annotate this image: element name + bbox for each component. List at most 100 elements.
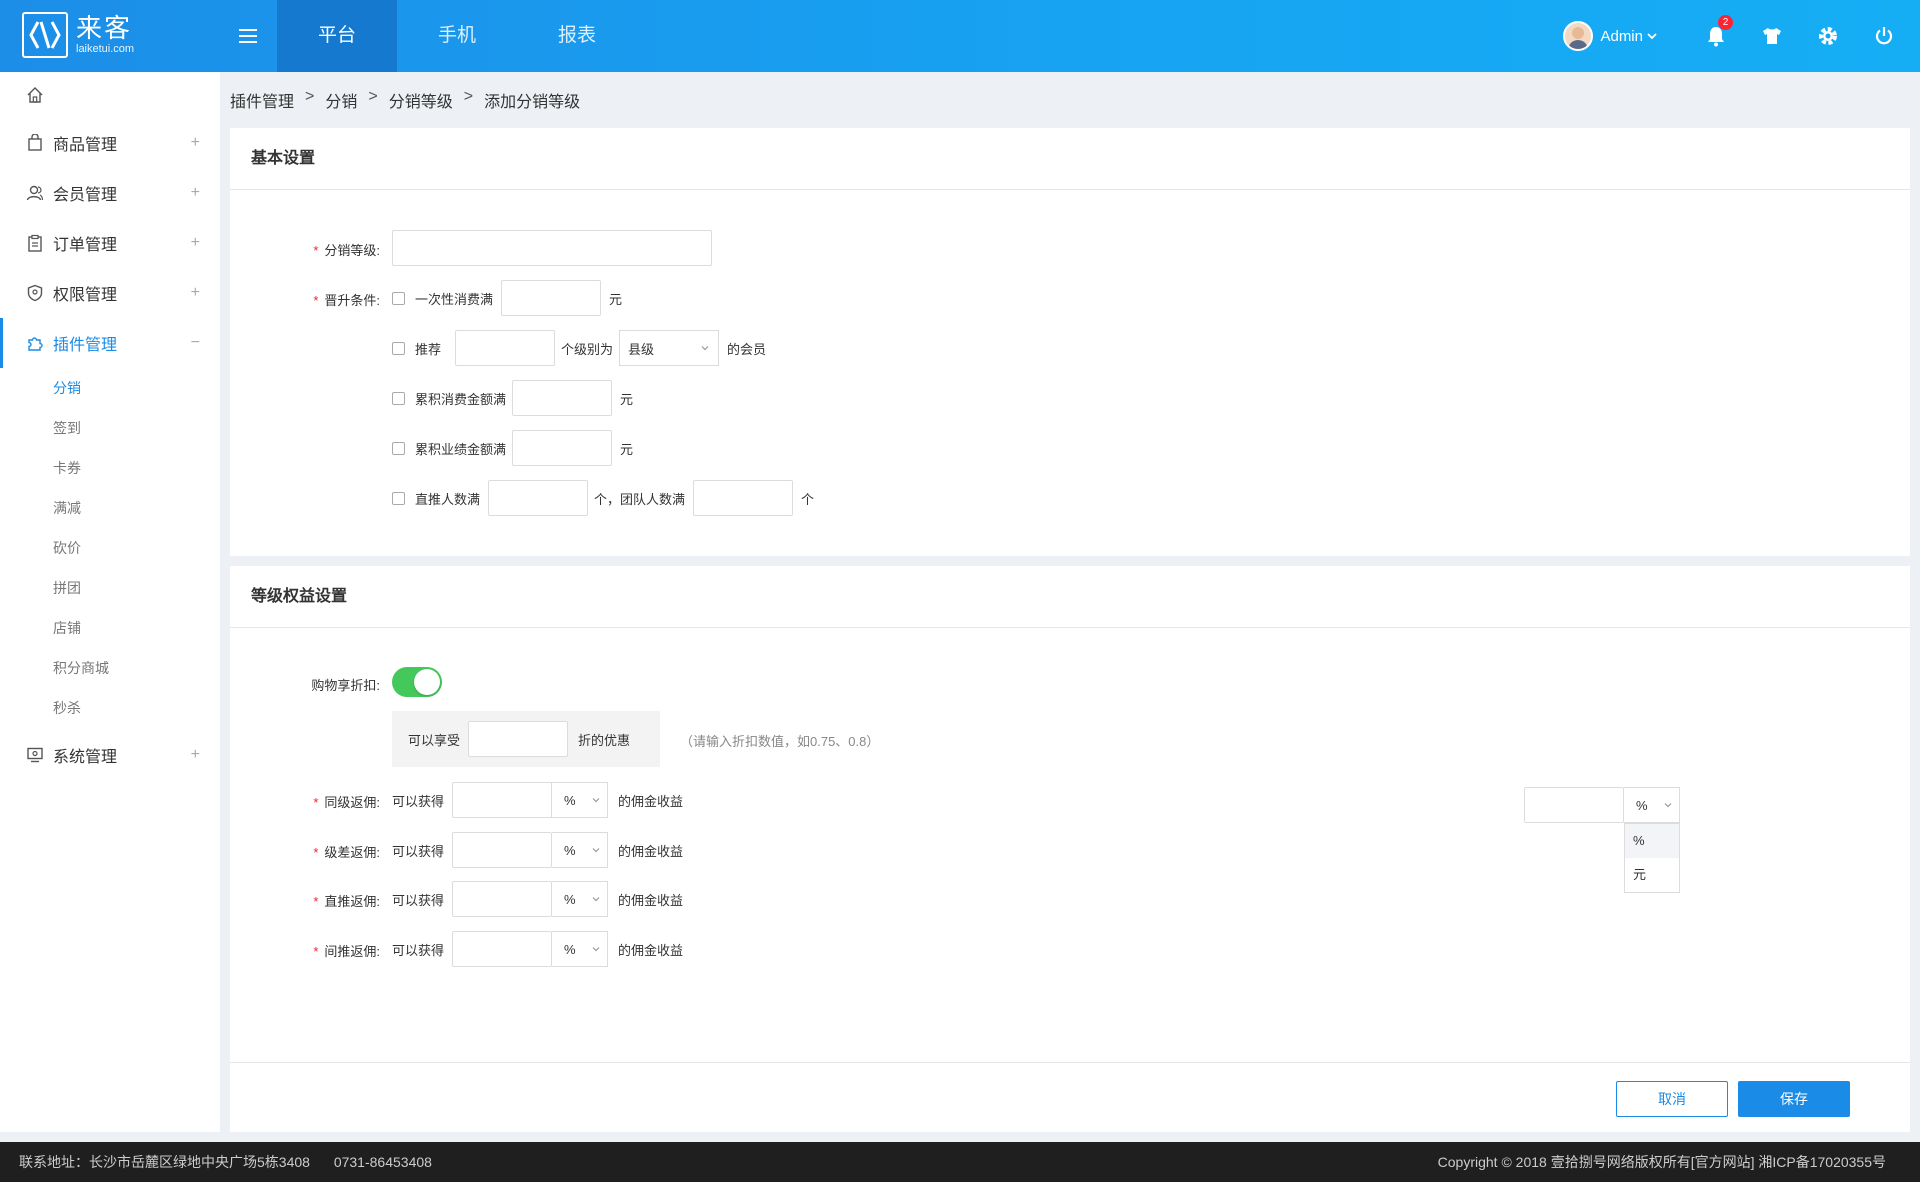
breadcrumb-item[interactable]: 插件管理	[230, 88, 294, 112]
sidebar-item-plugins[interactable]: 插件管理 −	[0, 318, 220, 368]
promote-label: * 晋升条件:	[313, 293, 380, 308]
same-level-unit-select[interactable]: %	[552, 782, 609, 818]
expand-plus-icon: +	[190, 284, 200, 301]
chevron-down-icon	[1664, 803, 1672, 808]
tab-mobile[interactable]: 手机	[397, 0, 517, 72]
cond-cumulative-performance-checkbox[interactable]	[392, 441, 405, 455]
discount-toggle[interactable]	[392, 667, 442, 697]
chevron-down-icon	[592, 897, 600, 902]
cond-referral-checkbox[interactable]	[392, 341, 405, 355]
panel-title: 等级权益设置	[230, 566, 1910, 628]
sidebar-sub-signin[interactable]: 签到	[0, 408, 220, 448]
sidebar-sub-store[interactable]: 店铺	[0, 608, 220, 648]
discount-label: 购物享折扣:	[311, 678, 380, 693]
level-diff-commission-input[interactable]	[452, 832, 553, 868]
gear-icon	[1819, 27, 1837, 45]
logout-button[interactable]	[1856, 0, 1912, 72]
chevron-down-icon	[592, 798, 600, 803]
discount-input[interactable]	[468, 721, 569, 757]
breadcrumb-current: 添加分销等级	[484, 94, 581, 111]
direct-commission-input[interactable]	[452, 881, 553, 917]
dropdown-value-input[interactable]	[1524, 787, 1624, 823]
level-name-input[interactable]	[392, 230, 712, 266]
footer: 联系地址：长沙市岳麓区绿地中央广场5栋3408 0731-86453408 Co…	[0, 1142, 1920, 1182]
single-purchase-amount-input[interactable]	[501, 280, 602, 316]
user-menu[interactable]: Admin	[1563, 21, 1658, 51]
rights-settings-panel: 等级权益设置 购物享折扣: 可以享受 折的优惠 （请输入折扣数值，如0.75、0…	[230, 566, 1910, 1132]
indirect-commission-input[interactable]	[452, 931, 553, 967]
sidebar-sub-points-mall[interactable]: 积分商城	[0, 648, 220, 688]
breadcrumb-item[interactable]: 分销等级	[389, 88, 453, 112]
tab-platform[interactable]: 平台	[277, 0, 397, 72]
sidebar-sub-flash-sale[interactable]: 秒杀	[0, 688, 220, 728]
logo[interactable]: 来客 laiketui.com	[22, 12, 134, 58]
cumulative-performance-input[interactable]	[512, 430, 613, 466]
dropdown-option-percent[interactable]: %	[1625, 824, 1679, 858]
sidebar-item-orders[interactable]: 订单管理 +	[0, 218, 220, 268]
unit-dropdown-open: % % 元	[1524, 787, 1680, 893]
home-icon	[27, 87, 43, 103]
level-diff-unit-select[interactable]: %	[552, 832, 609, 868]
tab-reports[interactable]: 报表	[517, 0, 637, 72]
sidebar-sub-distribution[interactable]: 分销	[0, 368, 220, 408]
skin-button[interactable]	[1744, 0, 1800, 72]
shield-icon	[25, 283, 45, 303]
logo-mark-icon	[22, 12, 68, 58]
chevron-down-icon	[701, 346, 709, 351]
referral-level-select[interactable]: 县级	[619, 330, 720, 366]
expand-plus-icon: +	[190, 134, 200, 151]
dropdown-unit-select[interactable]: %	[1624, 787, 1680, 823]
logo-sub: laiketui.com	[76, 43, 135, 55]
sidebar-sub-full-reduction[interactable]: 满减	[0, 488, 220, 528]
sidebar-item-goods[interactable]: 商品管理 +	[0, 118, 220, 168]
clipboard-icon	[25, 233, 45, 253]
logo-name: 来客	[76, 13, 133, 43]
sidebar-sub-group-buy[interactable]: 拼团	[0, 568, 220, 608]
direct-unit-select[interactable]: %	[552, 881, 609, 917]
panel-title: 基本设置	[230, 128, 1910, 190]
notifications-button[interactable]: 2	[1688, 0, 1744, 72]
cumulative-spend-input[interactable]	[512, 380, 613, 416]
level-label: * 分销等级:	[313, 243, 380, 258]
sidebar-item-permissions[interactable]: 权限管理 +	[0, 268, 220, 318]
discount-hint: （请输入折扣数值，如0.75、0.8）	[680, 734, 880, 749]
team-size-input[interactable]	[693, 480, 794, 516]
sidebar-item-system[interactable]: 系统管理 +	[0, 730, 220, 780]
sidebar-item-label: 系统管理	[53, 749, 118, 766]
footer-copyright: Copyright © 2018 壹拾捌号网络版权所有[官方网站] 湘ICP备1…	[1437, 1154, 1886, 1170]
cond-single-purchase-checkbox[interactable]	[392, 291, 405, 305]
monitor-icon	[25, 745, 45, 765]
menu-toggle-button[interactable]	[220, 0, 276, 72]
save-button[interactable]: 保存	[1738, 1081, 1850, 1117]
notification-badge: 2	[1718, 15, 1733, 30]
expand-plus-icon: +	[190, 184, 200, 201]
sidebar-sub-bargain[interactable]: 砍价	[0, 528, 220, 568]
unit-label: 元	[609, 291, 623, 307]
cancel-button[interactable]: 取消	[1616, 1081, 1728, 1117]
nav-tabs: 平台 手机 报表	[277, 0, 637, 72]
settings-button[interactable]	[1800, 0, 1856, 72]
sidebar-sub-coupons[interactable]: 卡券	[0, 448, 220, 488]
sidebar-item-members[interactable]: 会员管理 +	[0, 168, 220, 218]
footer-phone: 0731-86453408	[333, 1154, 432, 1170]
power-icon	[1875, 27, 1893, 45]
breadcrumb: 插件管理 > 分销 > 分销等级 > 添加分销等级	[230, 88, 581, 112]
dropdown-option-yuan[interactable]: 元	[1625, 858, 1679, 892]
footer-address: 联系地址：长沙市岳麓区绿地中央广场5栋3408	[19, 1154, 310, 1170]
referral-count-input[interactable]	[455, 330, 556, 366]
cond-direct-referrals-checkbox[interactable]	[392, 491, 405, 505]
row-label: * 直推返佣:	[313, 894, 380, 909]
avatar	[1563, 21, 1594, 51]
same-level-commission-input[interactable]	[452, 782, 553, 818]
hamburger-icon	[239, 29, 257, 43]
top-bar: 来客 laiketui.com 平台 手机 报表 Admin 2	[0, 0, 1920, 72]
direct-referrals-input[interactable]	[488, 480, 589, 516]
sidebar-home[interactable]	[0, 72, 220, 118]
breadcrumb-item[interactable]: 分销	[325, 88, 357, 112]
sidebar-item-label: 插件管理	[53, 337, 118, 354]
bag-icon	[25, 133, 45, 153]
unit-label: 个	[801, 491, 815, 507]
indirect-unit-select[interactable]: %	[552, 931, 609, 967]
cond-cumulative-spend-checkbox[interactable]	[392, 391, 405, 405]
cond-label: 累积消费金额满	[415, 391, 507, 407]
